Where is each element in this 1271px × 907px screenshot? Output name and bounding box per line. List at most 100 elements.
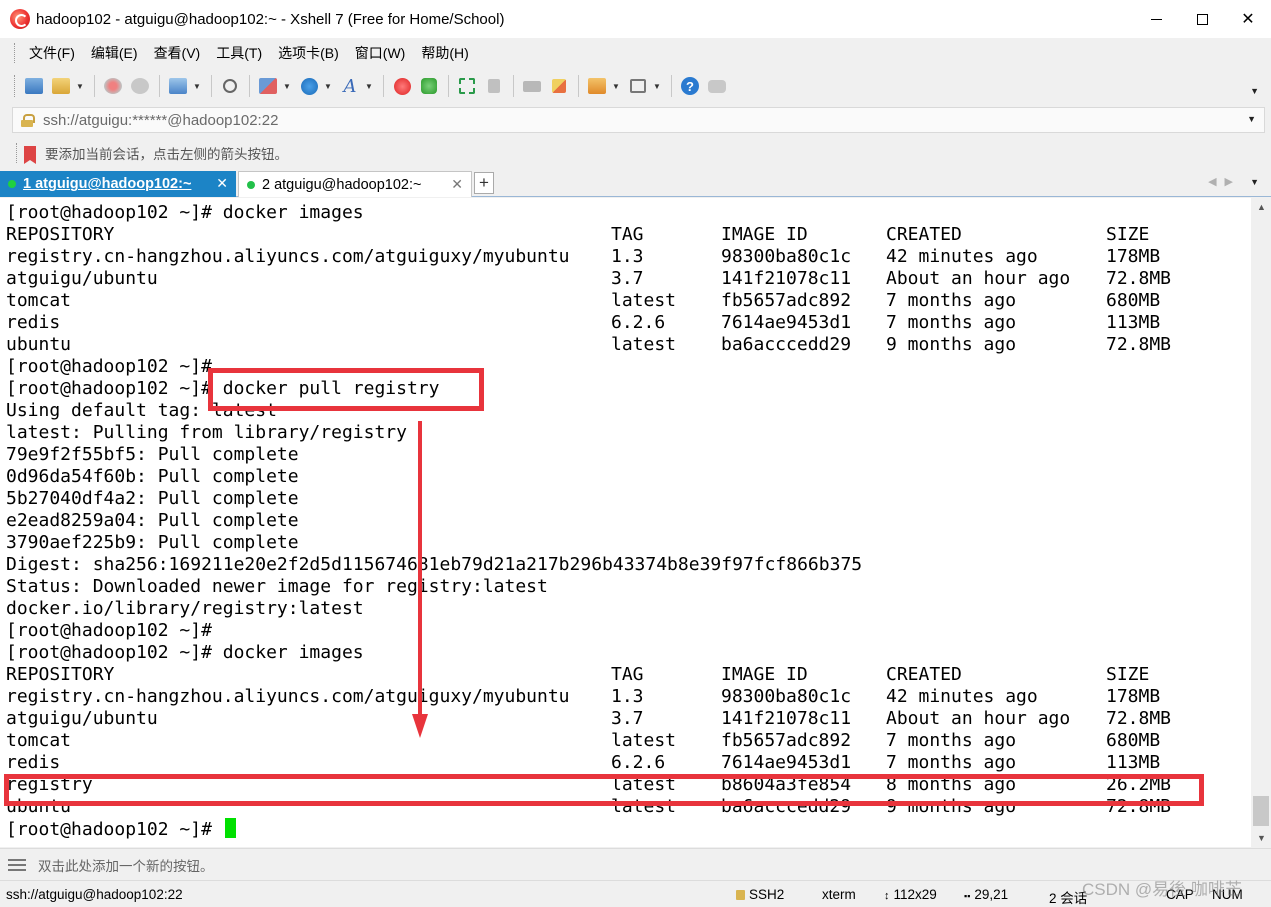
quickbar-text: 双击此处添加一个新的按钮。 — [38, 858, 214, 874]
new-tab-button[interactable]: + — [474, 172, 494, 194]
transfer-dropdown-icon[interactable]: ▼ — [282, 82, 292, 91]
highlighter-icon — [552, 79, 566, 93]
toolbar-overflow-icon[interactable]: ▼ — [1250, 86, 1259, 96]
tab-close-icon[interactable]: ✕ — [216, 175, 228, 192]
reconnect-button[interactable] — [127, 73, 153, 99]
annotation-arrowhead — [412, 714, 428, 738]
terminal-column-cell: 9 months ago — [886, 334, 1017, 355]
status-size: ↕ 112x29 — [884, 887, 937, 902]
terminal-column-cell: 42 minutes ago — [886, 686, 1038, 707]
toolbar-separator — [211, 75, 212, 97]
menu-grip[interactable] — [14, 43, 17, 63]
scroll-thumb[interactable] — [1253, 796, 1269, 826]
terminal-column-cell: latest — [611, 290, 677, 311]
terminal-column-cell: 141f21078c11 — [721, 708, 852, 729]
font-button[interactable]: A — [337, 73, 363, 99]
magnifier-icon — [223, 79, 237, 93]
registry-row-highlight — [4, 774, 1204, 806]
terminal-line: 3790aef225b9: Pull complete — [6, 532, 299, 554]
scroll-up-icon[interactable]: ▲ — [1257, 202, 1266, 212]
status-terminal-type: xterm — [822, 887, 856, 902]
terminal-column-cell: REPOSITORY — [6, 664, 115, 685]
menu-help[interactable]: 帮助(H) — [413, 43, 476, 63]
minimize-button[interactable] — [1133, 0, 1179, 38]
hamburger-menu-icon[interactable] — [8, 858, 26, 871]
tab-close-icon[interactable]: ✕ — [451, 176, 463, 193]
toolbar-separator — [448, 75, 449, 97]
layout-button[interactable] — [625, 73, 651, 99]
infobar-grip[interactable] — [16, 143, 19, 163]
tab-session-2[interactable]: 2 atguigu@hadoop102:~ ✕ — [238, 171, 472, 197]
compose-button[interactable] — [584, 73, 610, 99]
terminal-line: 79e9f2f55bf5: Pull complete — [6, 444, 299, 466]
terminal-line: 5b27040df4a2: Pull complete — [6, 488, 299, 510]
disconnect-button[interactable] — [100, 73, 126, 99]
status-connection: ssh://atguigu@hadoop102:22 — [6, 887, 183, 902]
terminal-text: latest: Pulling from library/registry — [6, 422, 407, 443]
open-dropdown-icon[interactable]: ▼ — [75, 82, 85, 91]
status-bar: ssh://atguigu@hadoop102:22 SSH2 xterm ↕ 1… — [0, 880, 1271, 907]
terminal-column-cell: 7 months ago — [886, 290, 1017, 311]
terminal-column-cell: registry.cn-hangzhou.aliyuncs.com/atguig… — [6, 246, 570, 267]
keyboard-button[interactable] — [519, 73, 545, 99]
highlight-button[interactable] — [546, 73, 572, 99]
terminal-column-cell: 3.7 — [611, 268, 644, 289]
terminal-line: latest: Pulling from library/registry — [6, 422, 407, 444]
new-session-button[interactable] — [21, 73, 47, 99]
menu-edit[interactable]: 编辑(E) — [83, 43, 146, 63]
globe-icon — [300, 77, 318, 95]
toolbar-separator — [578, 75, 579, 97]
bookmark-arrow-icon[interactable] — [23, 146, 37, 164]
address-field[interactable]: ssh://atguigu:******@hadoop102:22 ▼ — [12, 107, 1265, 133]
chat-button[interactable] — [704, 73, 730, 99]
lock-button[interactable] — [481, 73, 507, 99]
find-button[interactable] — [217, 73, 243, 99]
globe-button[interactable] — [296, 73, 322, 99]
terminal-column-cell: 6.2.6 — [611, 312, 666, 333]
font-dropdown-icon[interactable]: ▼ — [364, 82, 374, 91]
lock-icon — [21, 113, 35, 127]
terminal-line: [root@hadoop102 ~]# — [6, 356, 212, 378]
address-dropdown-icon[interactable]: ▼ — [1247, 114, 1256, 124]
terminal-column-cell: atguigu/ubuntu — [6, 708, 158, 729]
menu-file[interactable]: 文件(F) — [21, 43, 83, 63]
open-button[interactable] — [48, 73, 74, 99]
terminal-text: [root@hadoop102 ~]# docker images — [6, 642, 364, 663]
session-info-bar: 要添加当前会话，点击左侧的箭头按钮。 — [0, 137, 1271, 169]
globe-dropdown-icon[interactable]: ▼ — [323, 82, 333, 91]
close-button[interactable]: ✕ — [1225, 0, 1271, 38]
terminal-column-cell: latest — [611, 730, 677, 751]
xftp-icon — [421, 78, 437, 94]
scroll-down-icon[interactable]: ▼ — [1257, 833, 1266, 843]
terminal-column-cell: latest — [611, 334, 677, 355]
toolbar-grip[interactable] — [14, 75, 17, 97]
terminal-line: [root@hadoop102 ~]# — [6, 818, 236, 840]
maximize-button[interactable] — [1179, 0, 1225, 38]
xftp-button[interactable] — [416, 73, 442, 99]
tab-session-1[interactable]: 1 atguigu@hadoop102:~ ✕ — [0, 171, 236, 197]
terminal-output[interactable]: [root@hadoop102 ~]# docker images REPOSIT… — [0, 198, 1251, 847]
transfer-icon — [259, 78, 277, 94]
transfer-button[interactable] — [255, 73, 281, 99]
help-button[interactable]: ? — [677, 73, 703, 99]
fullscreen-button[interactable] — [454, 73, 480, 99]
layout-dropdown-icon[interactable]: ▼ — [652, 82, 662, 91]
menu-view[interactable]: 查看(V) — [146, 43, 209, 63]
terminal-text: e2ead8259a04: Pull complete — [6, 510, 299, 531]
tab-scroll-arrows-icon[interactable]: ◀▶ — [1208, 175, 1241, 188]
menu-window[interactable]: 窗口(W) — [347, 43, 414, 63]
quick-command-bar[interactable]: 双击此处添加一个新的按钮。 — [0, 848, 1271, 880]
menu-tabs[interactable]: 选项卡(B) — [270, 43, 347, 63]
properties-button[interactable] — [165, 73, 191, 99]
properties-icon — [169, 78, 187, 94]
toolbar-separator — [249, 75, 250, 97]
address-value[interactable]: ssh://atguigu:******@hadoop102:22 — [43, 112, 278, 129]
xshell-button[interactable] — [389, 73, 415, 99]
terminal-scrollbar[interactable]: ▲ ▼ — [1251, 198, 1271, 847]
terminal-text: 79e9f2f55bf5: Pull complete — [6, 444, 299, 465]
tab-list-dropdown-icon[interactable]: ▼ — [1250, 177, 1259, 187]
menu-tools[interactable]: 工具(T) — [208, 43, 270, 63]
properties-dropdown-icon[interactable]: ▼ — [192, 82, 202, 91]
compose-dropdown-icon[interactable]: ▼ — [611, 82, 621, 91]
terminal-column-cell: 6.2.6 — [611, 752, 666, 773]
